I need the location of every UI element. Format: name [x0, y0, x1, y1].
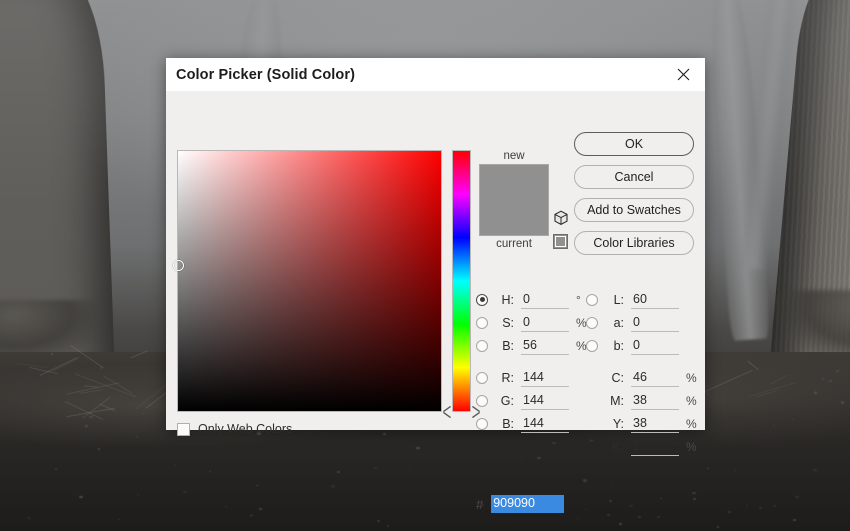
radio-blue[interactable] — [476, 417, 488, 430]
color-picker-dialog: Color Picker (Solid Color) new current O… — [166, 58, 705, 513]
input-lightness[interactable] — [631, 290, 679, 309]
only-web-colors-checkbox[interactable] — [177, 422, 190, 436]
label-lightness: L: — [613, 292, 624, 307]
spacer-black — [586, 441, 598, 453]
radio-lab-a[interactable] — [586, 316, 598, 329]
color-libraries-button[interactable]: Color Libraries — [574, 231, 694, 255]
cube-icon[interactable] — [553, 210, 569, 226]
field-row-y: Y: % — [586, 412, 700, 435]
hex-field-group: # — [476, 495, 565, 513]
current-color-label: current — [496, 238, 532, 250]
field-row-l: L: — [586, 288, 700, 311]
dialog-body: new current OK Cancel Add to Swatches Co… — [166, 91, 705, 513]
label-lab-b: b: — [613, 338, 624, 353]
label-green: G: — [500, 393, 514, 408]
color-preview: new current — [479, 150, 574, 250]
fields-gap — [476, 357, 590, 366]
unit-cyan: % — [686, 370, 697, 385]
hsb-rgb-fields: H: ° S: % B: % — [476, 288, 590, 435]
hex-hash-label: # — [476, 496, 484, 512]
field-row-b: B: — [476, 412, 590, 435]
radio-brightness[interactable] — [476, 339, 488, 352]
label-magenta: M: — [610, 393, 624, 408]
radio-lab-b[interactable] — [586, 339, 598, 352]
field-row-g: G: — [476, 389, 590, 412]
input-brightness[interactable] — [521, 336, 569, 355]
field-row-r: R: — [476, 366, 590, 389]
label-saturation: S: — [502, 315, 514, 330]
input-cyan[interactable] — [631, 368, 679, 387]
dialog-buttons: OK Cancel Add to Swatches Color Librarie… — [574, 132, 696, 264]
input-black[interactable] — [631, 437, 679, 456]
radio-hue[interactable] — [476, 293, 488, 306]
spacer-magenta — [586, 395, 598, 407]
label-blue: B: — [502, 416, 514, 431]
fields-gap-2 — [586, 357, 700, 366]
close-icon[interactable] — [661, 58, 705, 91]
screen: Color Picker (Solid Color) new current O… — [0, 0, 850, 531]
field-row-lab-b: b: — [586, 334, 700, 357]
add-to-swatches-button[interactable]: Add to Swatches — [574, 198, 694, 222]
unit-black: % — [686, 439, 697, 454]
hue-slider-handle-left[interactable] — [444, 407, 451, 417]
new-color-label: new — [503, 150, 525, 162]
input-yellow[interactable] — [631, 414, 679, 433]
input-hue[interactable] — [521, 290, 569, 309]
input-red[interactable] — [521, 368, 569, 387]
field-row-s: S: % — [476, 311, 590, 334]
input-green[interactable] — [521, 391, 569, 410]
cancel-button[interactable]: Cancel — [574, 165, 694, 189]
field-row-k: K: % — [586, 435, 700, 458]
unit-yellow: % — [686, 416, 697, 431]
lab-cmyk-fields: L: a: b: — [586, 288, 700, 458]
input-lab-b[interactable] — [631, 336, 679, 355]
dialog-title: Color Picker (Solid Color) — [176, 66, 356, 83]
new-color-swatch[interactable] — [479, 164, 549, 236]
hue-slider[interactable] — [452, 150, 471, 412]
input-magenta[interactable] — [631, 391, 679, 410]
only-web-colors-label: Only Web Colors — [198, 422, 293, 436]
gamut-warning-group — [553, 210, 571, 249]
saturation-brightness-field[interactable] — [172, 150, 442, 412]
radio-lightness[interactable] — [586, 293, 598, 306]
radio-green[interactable] — [476, 394, 488, 407]
radio-red[interactable] — [476, 371, 488, 384]
hex-input[interactable] — [491, 495, 565, 513]
radio-saturation[interactable] — [476, 316, 488, 329]
only-web-colors-row[interactable]: Only Web Colors — [177, 422, 292, 436]
input-saturation[interactable] — [521, 313, 569, 332]
label-black: K: — [612, 439, 624, 454]
input-blue[interactable] — [521, 414, 569, 433]
sb-shade-layer — [178, 151, 441, 411]
sb-gradient — [178, 151, 441, 411]
spacer-cyan — [586, 372, 598, 384]
label-hue: H: — [501, 292, 515, 307]
label-cyan: C: — [611, 370, 625, 385]
field-row-a: a: — [586, 311, 700, 334]
label-yellow: Y: — [612, 416, 624, 431]
unit-magenta: % — [686, 393, 697, 408]
spacer-yellow — [586, 418, 598, 430]
label-brightness: B: — [502, 338, 514, 353]
input-lab-a[interactable] — [631, 313, 679, 332]
field-row-h: H: ° — [476, 288, 590, 311]
field-row-c: C: % — [586, 366, 700, 389]
label-lab-a: a: — [613, 315, 624, 330]
ok-button[interactable]: OK — [574, 132, 694, 156]
label-red: R: — [501, 370, 515, 385]
field-row-brightness: B: % — [476, 334, 590, 357]
web-safe-swatch[interactable] — [553, 234, 568, 249]
dialog-titlebar: Color Picker (Solid Color) — [166, 58, 705, 91]
field-row-m: M: % — [586, 389, 700, 412]
